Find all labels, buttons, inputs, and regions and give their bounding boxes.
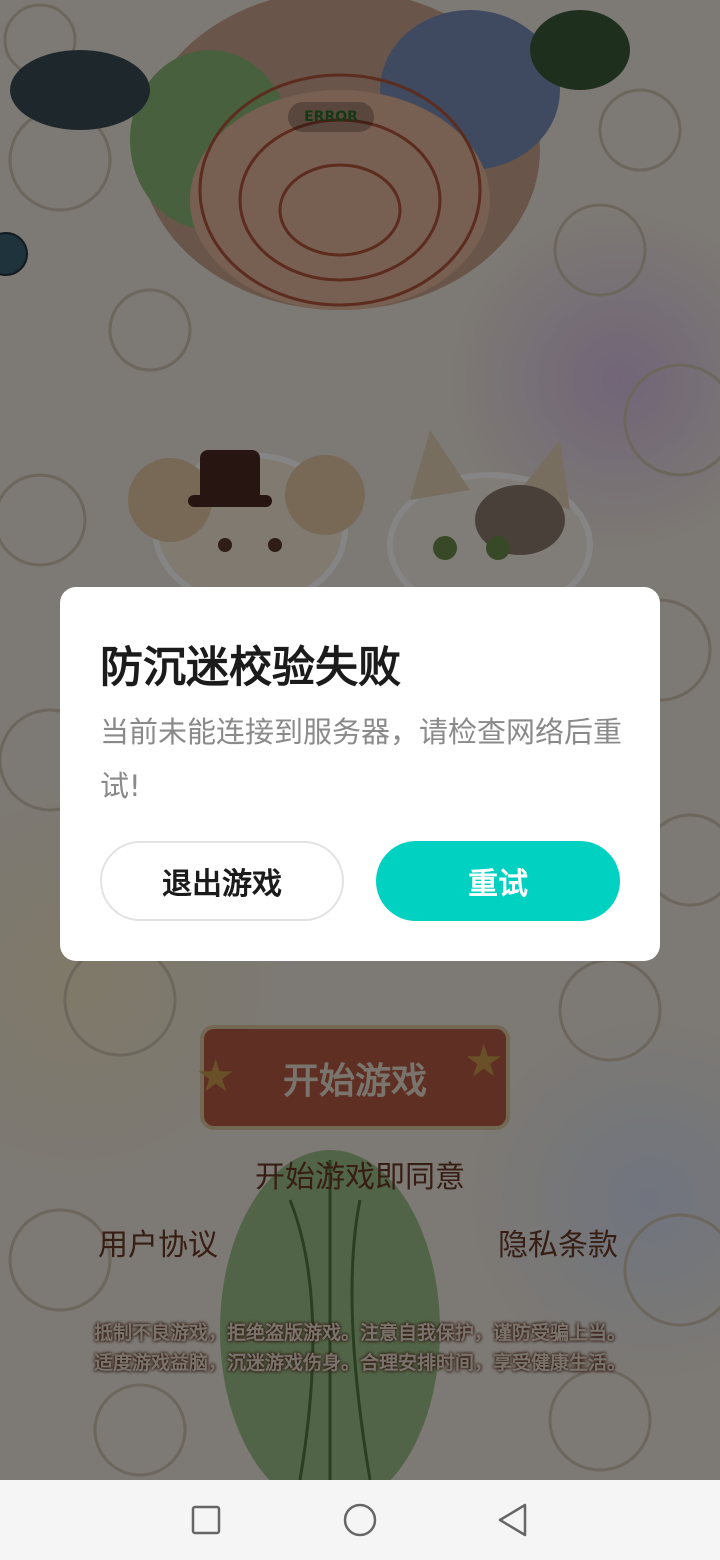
retry-button[interactable]: 重试 — [376, 841, 620, 921]
dialog-title: 防沉迷校验失败 — [100, 643, 401, 693]
circle-home-icon — [343, 1503, 377, 1537]
square-recents-icon — [191, 1505, 221, 1535]
back-button[interactable] — [492, 1500, 532, 1540]
dialog-message: 当前未能连接到服务器，请检查网络后重试! — [100, 715, 623, 803]
exit-game-button[interactable]: 退出游戏 — [100, 841, 344, 921]
home-button[interactable] — [340, 1500, 380, 1540]
system-navigation-bar — [0, 1480, 720, 1560]
recents-button[interactable] — [186, 1500, 226, 1540]
exit-game-label: 退出游戏 — [162, 867, 282, 902]
retry-label: 重试 — [468, 867, 528, 902]
anti-addiction-error-dialog: 防沉迷校验失败 当前未能连接到服务器，请检查网络后重试! 退出游戏 重试 — [60, 587, 660, 961]
triangle-back-icon — [498, 1503, 527, 1537]
